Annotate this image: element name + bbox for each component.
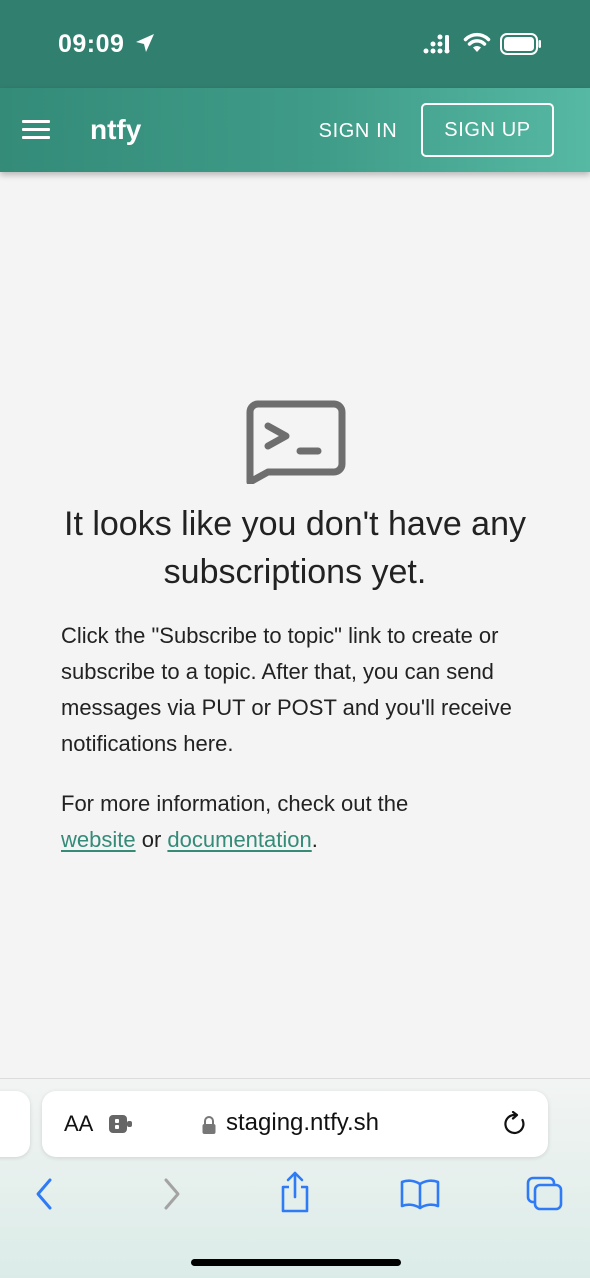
previous-tab-preview[interactable] <box>0 1091 30 1157</box>
app-title: ntfy <box>90 114 142 145</box>
period-text: . <box>311 827 318 852</box>
chevron-left-icon[interactable] <box>30 1174 58 1214</box>
sign-in-button[interactable]: SIGN IN <box>304 116 412 146</box>
puzzle-extension-icon[interactable] <box>108 1113 134 1135</box>
status-bar: 09:09 <box>0 0 590 88</box>
website-link[interactable]: website <box>61 827 136 852</box>
or-text: or <box>141 827 162 852</box>
empty-state-title: It looks like you don't have any subscri… <box>64 505 526 591</box>
share-icon[interactable] <box>278 1170 312 1214</box>
more-info-prefix: For more information, check out the <box>61 791 409 816</box>
documentation-link[interactable]: documentation <box>167 827 311 852</box>
reload-icon[interactable] <box>502 1111 528 1137</box>
lock-icon <box>202 1116 216 1134</box>
url-text[interactable]: staging.ntfy.sh <box>226 1109 379 1137</box>
status-time: 09:09 <box>58 30 125 58</box>
empty-state-description: Click the "Subscribe to topic" link to c… <box>61 623 512 756</box>
cellular-signal-icon <box>423 34 450 54</box>
chevron-right-icon[interactable] <box>158 1174 186 1214</box>
home-indicator <box>191 1259 401 1266</box>
app-bar: ntfy SIGN IN SIGN UP <box>0 88 590 172</box>
battery-icon <box>500 33 541 55</box>
sign-up-button[interactable]: SIGN UP <box>421 103 554 157</box>
book-icon[interactable] <box>400 1178 440 1210</box>
more-info-text: For more information, check out the websi… <box>61 786 541 858</box>
text-size-button[interactable]: AA <box>64 1111 93 1137</box>
tabs-icon[interactable] <box>526 1176 564 1212</box>
address-bar[interactable]: AA staging.ntfy.sh <box>42 1091 548 1157</box>
location-arrow-icon <box>136 34 154 52</box>
hamburger-menu-icon[interactable] <box>22 118 52 142</box>
wifi-icon <box>463 32 491 52</box>
terminal-chat-icon <box>246 400 346 484</box>
